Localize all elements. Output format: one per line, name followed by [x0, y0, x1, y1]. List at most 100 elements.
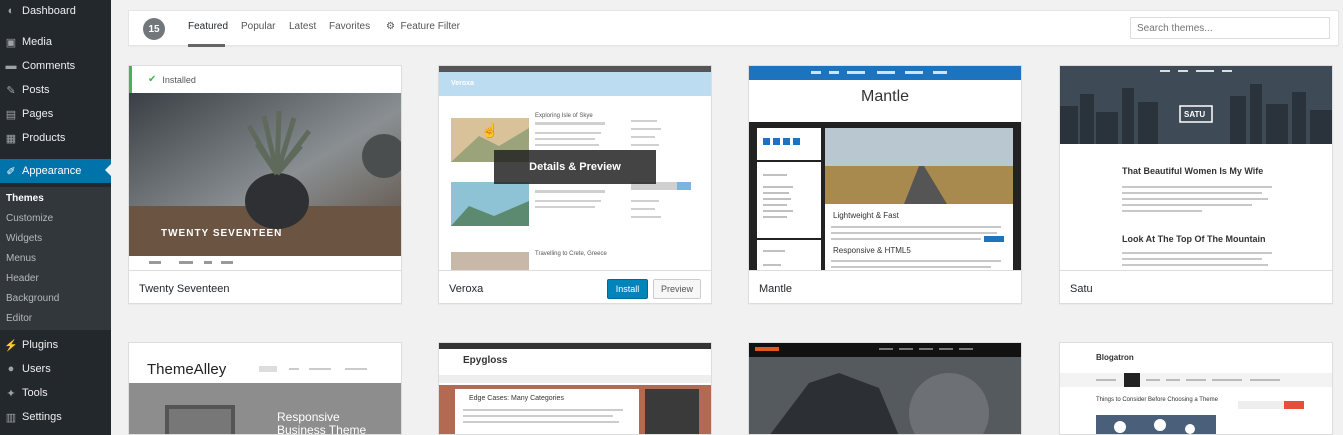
mantle-site-title: Mantle: [861, 88, 910, 105]
twenty-seventeen-screenshot: [129, 93, 401, 270]
theme-name: Mantle: [759, 283, 793, 295]
preview-button[interactable]: Preview: [653, 279, 701, 299]
tab-popular[interactable]: Popular: [241, 21, 275, 32]
plugins-icon: ⚡: [4, 339, 18, 352]
theme-count-badge: 15: [143, 18, 165, 40]
theme-card-satu[interactable]: SATU That Beautiful Women Is My Wife Loo…: [1059, 65, 1333, 304]
theme-name: Veroxa: [449, 283, 484, 295]
nav-plugins[interactable]: ⚡ Plugins: [0, 334, 111, 356]
comments-icon: ▬: [5, 60, 17, 72]
veroxa-brand: Veroxa: [451, 80, 474, 87]
submenu-header[interactable]: Header: [6, 273, 39, 284]
gear-icon: ⚙: [386, 21, 395, 32]
settings-icon: ▥: [5, 411, 17, 424]
twenty-seventeen-hero-title: TWENTY SEVENTEEN: [161, 228, 283, 239]
search-themes-input[interactable]: [1130, 17, 1330, 39]
tools-icon: ✦: [6, 387, 16, 400]
tab-featured-underline: [188, 44, 225, 47]
theme-screenshot[interactable]: ThemeAlley Responsive Business Theme: [129, 343, 401, 435]
appearance-submenu: Themes Customize Widgets Menus Header Ba…: [0, 187, 111, 330]
nav-label: Dashboard: [22, 5, 76, 17]
theme-screenshot[interactable]: Epygloss Edge Cases: Many Categories: [439, 343, 711, 434]
mantle-heading: Lightweight & Fast: [833, 211, 899, 220]
theme-screenshot[interactable]: [749, 343, 1021, 434]
satu-post-title: That Beautiful Women Is My Wife: [1122, 166, 1264, 176]
pages-icon: ▤: [5, 108, 17, 121]
nav-users[interactable]: ● Users: [0, 358, 111, 380]
theme-name: Twenty Seventeen: [139, 283, 230, 295]
submenu-editor[interactable]: Editor: [6, 313, 32, 324]
submenu-customize[interactable]: Customize: [6, 213, 53, 224]
epygloss-brand: Epygloss: [463, 355, 508, 366]
media-icon: ▣: [5, 36, 17, 49]
satu-post-title: Look At The Top Of The Mountain: [1122, 234, 1266, 244]
themealley-tagline: Responsive Business Theme: [277, 410, 367, 435]
theme-card-epygloss[interactable]: Epygloss Edge Cases: Many Categories: [438, 342, 712, 435]
nav-label: Media: [22, 36, 52, 48]
mouse-pointer-icon: ☝: [481, 122, 499, 138]
tab-latest[interactable]: Latest: [289, 21, 316, 32]
tab-favorites[interactable]: Favorites: [329, 21, 370, 32]
submenu-background[interactable]: Background: [6, 293, 59, 304]
nav-products[interactable]: ▦ Products: [0, 127, 111, 149]
nav-media[interactable]: ▣ Media: [0, 31, 111, 53]
nav-comments[interactable]: ▬ Comments: [0, 55, 111, 77]
theme-card-blogatron[interactable]: Blogatron Things to Consider Before Choo…: [1059, 342, 1333, 435]
checkmark-icon: ✔: [148, 74, 157, 85]
nav-label: Comments: [22, 60, 76, 72]
veroxa-post-title: Exploring Isle of Skye: [535, 113, 593, 119]
feature-filter-label: Feature Filter: [400, 21, 460, 32]
mantle-heading: Responsive & HTML5: [833, 246, 911, 255]
nav-appearance[interactable]: ✐ Appearance: [0, 159, 111, 183]
theme-screenshot[interactable]: SATU That Beautiful Women Is My Wife Loo…: [1060, 66, 1332, 270]
theme-card-twenty-seventeen[interactable]: TWENTY SEVENTEEN ✔ Installed Twenty Seve…: [128, 65, 402, 304]
tab-featured[interactable]: Featured: [188, 21, 228, 32]
theme-screenshot[interactable]: Veroxa Exploring Isle of Skye Travelling…: [439, 66, 711, 270]
submenu-themes[interactable]: Themes: [6, 193, 44, 204]
theme-card-footer: Veroxa Install Preview: [439, 270, 711, 303]
dashboard-icon: ◐: [7, 5, 15, 17]
theme-screenshot[interactable]: TWENTY SEVENTEEN ✔ Installed: [129, 66, 401, 270]
appearance-icon: ✐: [6, 165, 16, 178]
submenu-widgets[interactable]: Widgets: [6, 233, 42, 244]
theme-card-footer: Twenty Seventeen: [129, 270, 401, 303]
theme-card-themealley[interactable]: ThemeAlley Responsive Business Theme: [128, 342, 402, 435]
admin-sidebar: ◐ Dashboard ▣ Media ▬ Comments ✎ Posts ▤…: [0, 0, 111, 435]
theme-filter-bar: 15 Featured Popular Latest Favorites ⚙ F…: [128, 10, 1339, 47]
install-button[interactable]: Install: [607, 279, 648, 299]
theme-card-dark[interactable]: [748, 342, 1022, 435]
themealley-brand: ThemeAlley: [147, 361, 227, 378]
theme-name: Satu: [1070, 283, 1093, 295]
details-preview-overlay[interactable]: Details & Preview: [494, 150, 656, 184]
nav-pages[interactable]: ▤ Pages: [0, 103, 111, 125]
theme-card-mantle[interactable]: Mantle Lightweight & Fast Responsive & H…: [748, 65, 1022, 304]
theme-card-veroxa[interactable]: Veroxa Exploring Isle of Skye Travelling…: [438, 65, 712, 304]
installed-notice: ✔ Installed: [129, 66, 401, 93]
submenu-menus[interactable]: Menus: [6, 253, 36, 264]
blogatron-heading: Things to Consider Before Choosing a The…: [1096, 397, 1218, 403]
nav-label: Tools: [22, 387, 48, 399]
nav-label: Products: [22, 132, 66, 144]
theme-card-footer: Mantle: [749, 270, 1021, 303]
nav-label: Posts: [22, 84, 50, 96]
nav-label: Appearance: [22, 165, 82, 177]
tab-feature-filter[interactable]: ⚙ Feature Filter: [386, 21, 460, 32]
nav-label: Settings: [22, 411, 62, 423]
products-icon: ▦: [5, 132, 17, 145]
nav-label: Pages: [22, 108, 54, 120]
dark-theme-screenshot: [749, 343, 1021, 434]
installed-label: Installed: [162, 74, 196, 85]
theme-screenshot[interactable]: Blogatron Things to Consider Before Choo…: [1060, 343, 1332, 434]
blogatron-brand: Blogatron: [1096, 353, 1134, 362]
theme-screenshot[interactable]: Mantle Lightweight & Fast Responsive & H…: [749, 66, 1021, 270]
veroxa-post-title: Travelling to Crete, Greece: [535, 251, 607, 257]
satu-logo: SATU: [1184, 110, 1206, 119]
epygloss-heading: Edge Cases: Many Categories: [469, 395, 564, 402]
nav-posts[interactable]: ✎ Posts: [0, 79, 111, 101]
nav-tools[interactable]: ✦ Tools: [0, 382, 111, 404]
nav-label: Plugins: [22, 339, 59, 351]
posts-icon: ✎: [6, 84, 16, 97]
nav-dashboard[interactable]: ◐ Dashboard: [0, 0, 111, 22]
users-icon: ●: [7, 363, 15, 375]
nav-settings[interactable]: ▥ Settings: [0, 406, 111, 428]
